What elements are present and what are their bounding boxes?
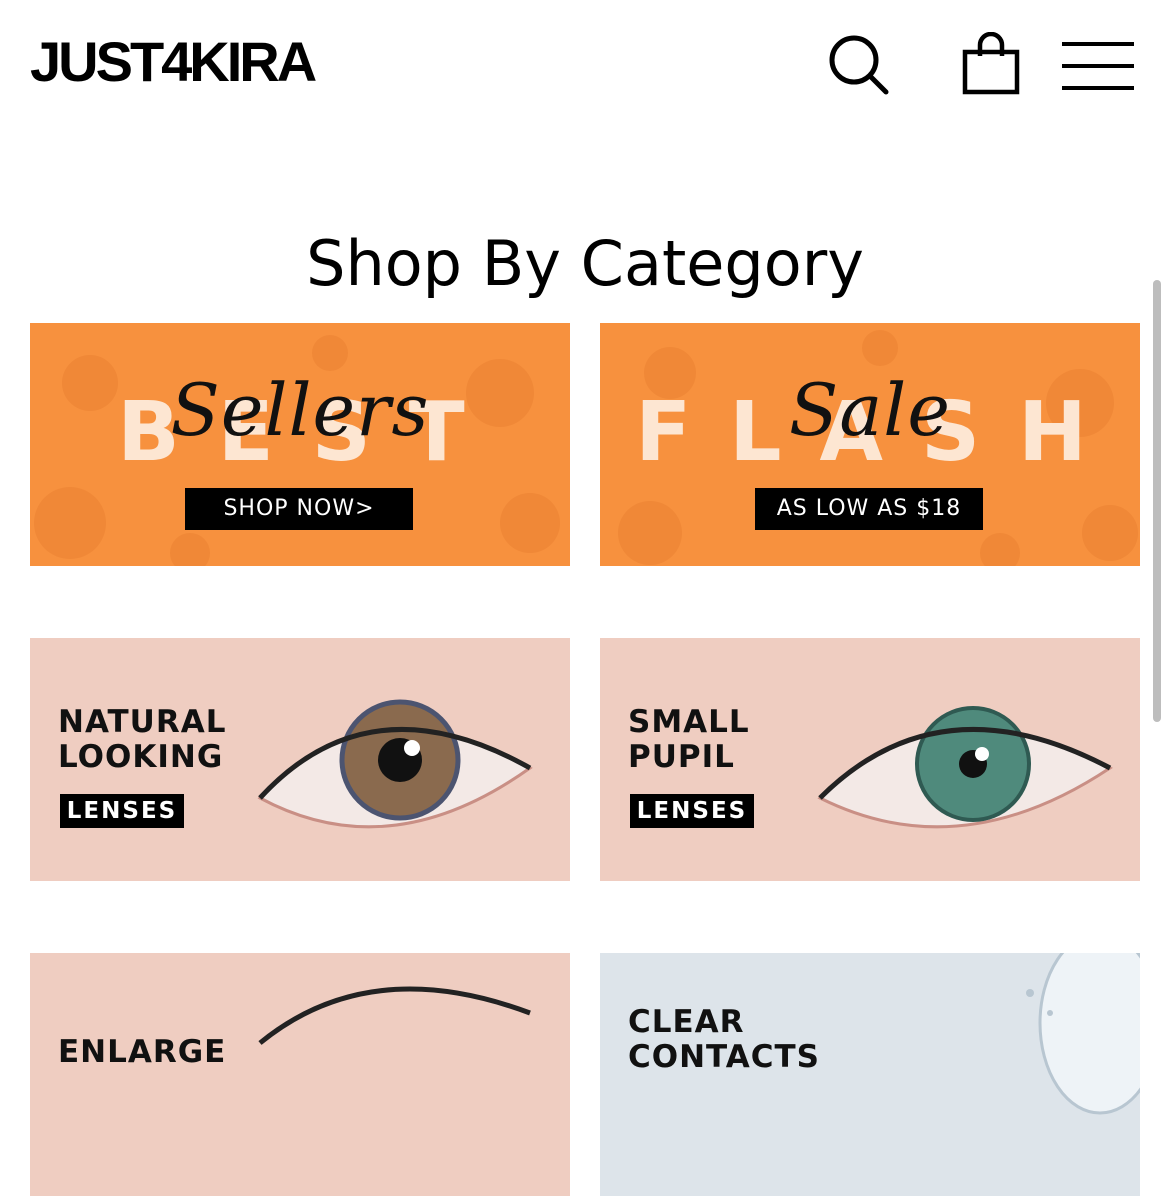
- search-button[interactable]: [828, 34, 890, 96]
- tile-label-line1: ENLARGE: [58, 1034, 227, 1070]
- scrollbar[interactable]: [1153, 280, 1161, 722]
- search-icon: [829, 35, 889, 95]
- tile-label-line2: PUPIL: [628, 739, 735, 775]
- menu-button[interactable]: [1060, 40, 1136, 92]
- tile-label-line1: CLEAR: [628, 1004, 745, 1040]
- tile-label-line1: NATURAL: [58, 704, 227, 740]
- brand-logo[interactable]: JUST4KIRA: [30, 30, 317, 94]
- script-word: Sellers: [170, 368, 430, 452]
- lenses-badge: LENSES: [630, 794, 754, 828]
- script-word: Sale: [789, 368, 951, 452]
- hamburger-menu-icon: [1062, 42, 1134, 90]
- tile-label-line1: SMALL: [628, 704, 750, 740]
- tile-label-line2: CONTACTS: [628, 1039, 821, 1075]
- shopping-bag-icon: [962, 31, 1020, 95]
- section-title: Shop By Category: [306, 226, 864, 300]
- category-small-pupil[interactable]: SMALL PUPIL LENSES: [600, 638, 1140, 881]
- category-enlarge[interactable]: ENLARGE: [30, 953, 570, 1196]
- as-low-as-button[interactable]: AS LOW AS $18: [755, 488, 983, 530]
- shop-now-button[interactable]: SHOP NOW>: [185, 488, 413, 530]
- category-natural-looking[interactable]: NATURAL LOOKING LENSES: [30, 638, 570, 881]
- eye-image: [258, 986, 531, 1045]
- lenses-badge: LENSES: [60, 794, 184, 828]
- cart-button[interactable]: [960, 31, 1022, 96]
- category-best-sellers[interactable]: BEST Sellers SHOP NOW>: [30, 323, 570, 566]
- category-flash-sale[interactable]: FLASH Sale AS LOW AS $18: [600, 323, 1140, 566]
- tile-label-line2: LOOKING: [58, 739, 224, 775]
- category-clear-contacts[interactable]: CLEAR CONTACTS: [600, 953, 1140, 1196]
